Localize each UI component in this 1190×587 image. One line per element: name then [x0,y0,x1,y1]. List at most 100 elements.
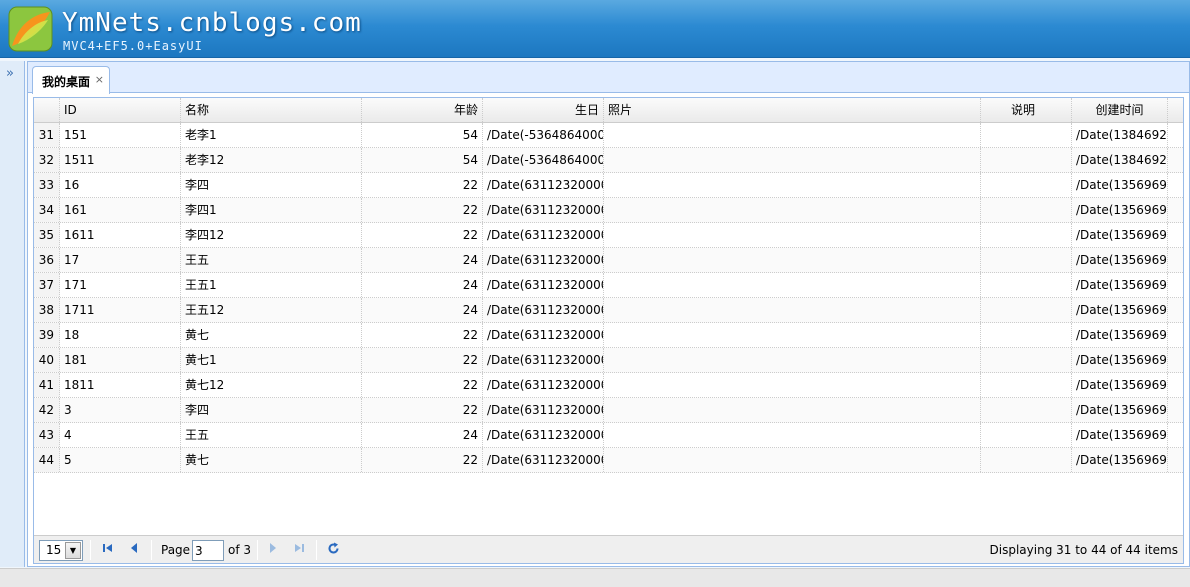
refresh-icon[interactable] [325,542,341,558]
cell-birthday: /Date(-5364864000( [483,123,604,147]
cell-rownum: 40 [34,348,60,372]
cell-id: 5 [60,448,181,472]
cell-created: /Date(13569696 [1072,323,1168,347]
cell-age: 22 [362,198,483,222]
cell-age: 24 [362,298,483,322]
cell-rownum: 37 [34,273,60,297]
last-page-icon[interactable] [291,542,307,558]
center-panel: 我的桌面 × ID 名称 年龄 生日 照片 说明 创建时间 31 151 老李1 54… [27,61,1190,567]
cell-age: 54 [362,123,483,147]
table-row[interactable]: 411811黄七1222/Date(631123200000(/Date(135… [34,373,1183,398]
table-row[interactable]: 40181黄七122/Date(631123200000(/Date(13569… [34,348,1183,373]
cell-rownum: 42 [34,398,60,422]
pager-info: Displaying 31 to 44 of 44 items [989,543,1178,557]
table-row[interactable]: 37171王五124/Date(631123200000(/Date(13569… [34,273,1183,298]
header-created[interactable]: 创建时间 [1072,98,1168,122]
cell-age: 24 [362,273,483,297]
cell-birthday: /Date(631123200000( [483,348,604,372]
cell-created: /Date(13569696 [1072,173,1168,197]
cell-age: 22 [362,348,483,372]
cell-rownum: 44 [34,448,60,472]
cell-note [981,223,1072,247]
double-chevron-right-icon[interactable]: » [6,67,20,81]
table-row[interactable]: 351611李四1222/Date(631123200000(/Date(135… [34,223,1183,248]
prev-page-icon[interactable] [126,542,142,558]
header-photo[interactable]: 照片 [604,98,981,122]
page-size-select[interactable]: 15 ▼ [39,540,83,561]
cell-name: 李四 [181,173,362,197]
cell-rownum: 34 [34,198,60,222]
cell-age: 22 [362,398,483,422]
next-page-icon[interactable] [265,542,281,558]
tabs-header: 我的桌面 × [28,62,1189,94]
cell-note [981,148,1072,172]
cell-rownum: 32 [34,148,60,172]
cell-id: 1611 [60,223,181,247]
pager-separator [151,540,152,560]
cell-created: /Date(13569696 [1072,398,1168,422]
cell-age: 22 [362,373,483,397]
cell-age: 24 [362,423,483,447]
cell-name: 李四12 [181,223,362,247]
table-row[interactable]: 3918黄七22/Date(631123200000(/Date(1356969… [34,323,1183,348]
header-note[interactable]: 说明 [981,98,1072,122]
dropdown-arrow-icon[interactable]: ▼ [65,542,81,559]
cell-name: 王五12 [181,298,362,322]
cell-birthday: /Date(631123200000( [483,398,604,422]
cell-created: /Date(13569696 [1072,298,1168,322]
cell-birthday: /Date(631123200000( [483,323,604,347]
pager-separator [257,540,258,560]
cell-created: /Date(13846926 [1072,123,1168,147]
cell-photo [604,348,981,372]
table-row[interactable]: 434王五24/Date(631123200000(/Date(13569696 [34,423,1183,448]
table-row[interactable]: 381711王五1224/Date(631123200000(/Date(135… [34,298,1183,323]
brand-title: YmNets.cnblogs.com [62,8,362,38]
page-label: Page [161,543,191,557]
cell-note [981,423,1072,447]
cell-photo [604,423,981,447]
cell-note [981,448,1072,472]
tab-my-desktop[interactable]: 我的桌面 × [32,66,110,94]
cell-note [981,373,1072,397]
cell-created: /Date(13569696 [1072,198,1168,222]
header-age[interactable]: 年龄 [362,98,483,122]
page-number-input[interactable] [192,540,224,561]
close-icon[interactable]: × [95,73,104,86]
tab-label: 我的桌面 [42,75,91,89]
cell-created: /Date(13569696 [1072,273,1168,297]
cell-name: 老李1 [181,123,362,147]
cell-id: 3 [60,398,181,422]
table-row[interactable]: 3617王五24/Date(631123200000(/Date(1356969… [34,248,1183,273]
cell-age: 22 [362,173,483,197]
header-rownum [34,98,60,122]
header-birthday[interactable]: 生日 [483,98,604,122]
cell-created: /Date(13569696 [1072,223,1168,247]
cell-name: 王五 [181,423,362,447]
cell-created: /Date(13569696 [1072,248,1168,272]
cell-name: 李四 [181,398,362,422]
header-id[interactable]: ID [60,98,181,122]
cell-photo [604,248,981,272]
west-panel-collapsed: » [0,61,25,567]
pager: 15 ▼ Page of 3 Di [34,535,1183,563]
cell-rownum: 39 [34,323,60,347]
table-row[interactable]: 445黄七22/Date(631123200000(/Date(13569696 [34,448,1183,473]
page-count-label: of 3 [228,543,252,557]
table-row[interactable]: 32 1511 老李12 54/Date(-5364864000(/Date(1384… [34,148,1183,173]
table-row[interactable]: 423李四22/Date(631123200000( /Date(13569696 [34,398,1183,423]
cell-birthday: /Date(631123200000( [483,173,604,197]
cell-rownum: 36 [34,248,60,272]
data-grid: ID 名称 年龄 生日 照片 说明 创建时间 31 151 老李1 54/Date(-… [33,97,1184,564]
pager-separator [316,540,317,560]
table-row[interactable]: 3316李四22/Date(631123200000(/Date(1356969… [34,173,1183,198]
cell-created: /Date(13569696 [1072,373,1168,397]
table-row[interactable]: 34161李四122/Date(631123200000(/Date(13569… [34,198,1183,223]
first-page-icon[interactable] [100,542,116,558]
cell-age: 22 [362,223,483,247]
cell-name: 王五 [181,248,362,272]
header-name[interactable]: 名称 [181,98,362,122]
cell-photo [604,148,981,172]
cell-note [981,173,1072,197]
table-row[interactable]: 31 151 老李1 54/Date(-5364864000(/Date(138469… [34,123,1183,148]
cell-photo [604,448,981,472]
